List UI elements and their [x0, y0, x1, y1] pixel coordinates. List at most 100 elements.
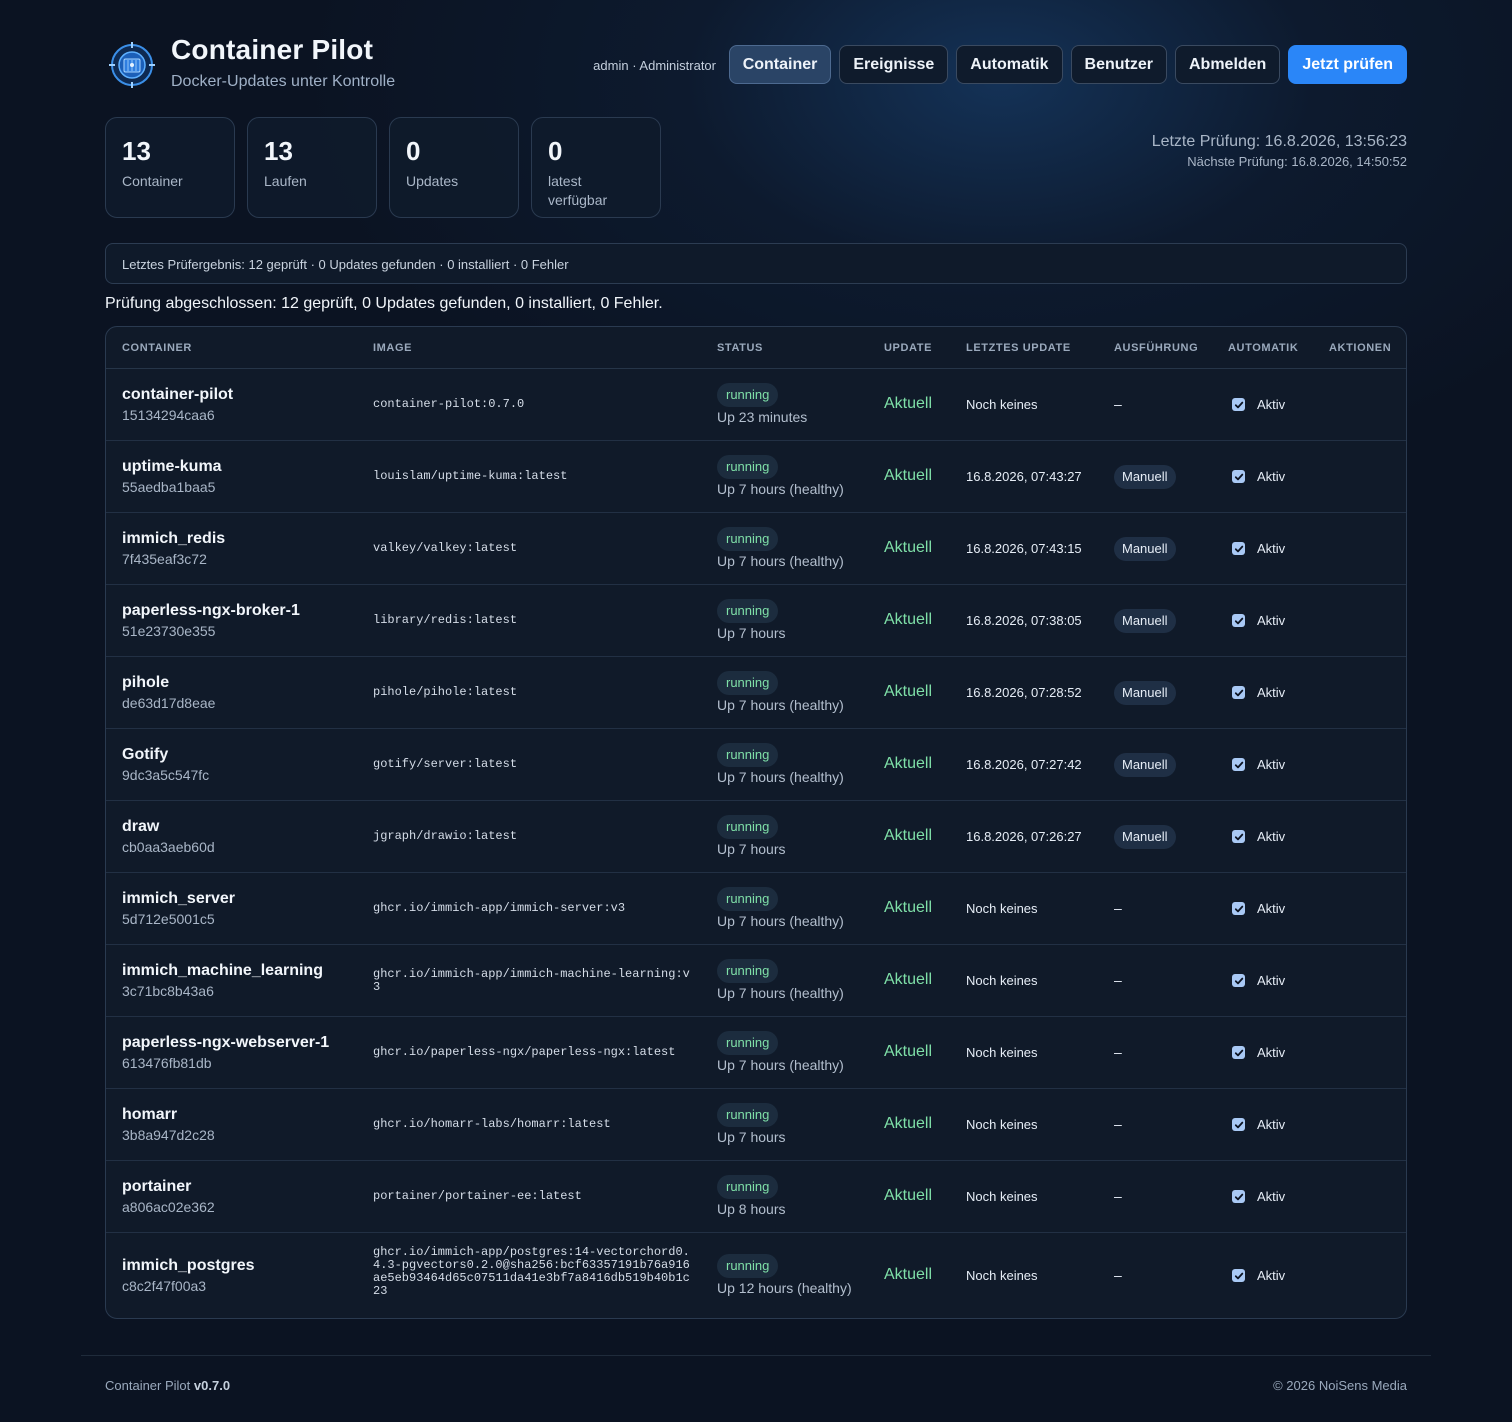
footer-app-name: Container Pilot	[105, 1378, 191, 1393]
container-uptime: Up 7 hours	[717, 841, 786, 857]
col-status[interactable]: STATUS	[717, 342, 763, 354]
automatic-toggle[interactable]: Aktiv	[1232, 757, 1285, 772]
container-image: library/redis:latest	[373, 613, 518, 627]
checkbox-checked-icon[interactable]	[1232, 974, 1245, 987]
container-name[interactable]: immich_machine_learning	[122, 962, 323, 980]
table-row[interactable]: immich_machine_learning 3c71bc8b43a6 ghcr.…	[106, 945, 1406, 1017]
stat-card-running: 13 Laufen	[247, 117, 377, 218]
checkbox-checked-icon[interactable]	[1232, 398, 1245, 411]
table-row[interactable]: homarr 3b8a947d2c28 ghcr.io/homarr-labs/ho…	[106, 1089, 1406, 1161]
check-info: Letzte Prüfung: 16.8.2026, 13:56:23 Näch…	[1152, 133, 1407, 169]
col-execution[interactable]: AUSFÜHRUNG	[1114, 342, 1198, 354]
automatic-toggle[interactable]: Aktiv	[1232, 1268, 1285, 1283]
container-name[interactable]: draw	[122, 818, 159, 836]
container-image: ghcr.io/immich-app/immich-server:v3	[373, 901, 626, 915]
automatic-label: Aktiv	[1257, 1268, 1286, 1283]
col-image[interactable]: IMAGE	[373, 342, 412, 354]
app-subtitle: Docker-Updates unter Kontrolle	[171, 73, 396, 90]
checkbox-checked-icon[interactable]	[1232, 1118, 1245, 1131]
container-name[interactable]: immich_redis	[122, 530, 225, 548]
container-name[interactable]: homarr	[122, 1106, 177, 1124]
table-row[interactable]: immich_server 5d712e5001c5 ghcr.io/immich-…	[106, 873, 1406, 945]
automatic-toggle[interactable]: Aktiv	[1232, 613, 1285, 628]
table-row[interactable]: Gotify 9dc3a5c547fc gotify/server:latest ru…	[106, 729, 1406, 801]
checkbox-checked-icon[interactable]	[1232, 1190, 1245, 1203]
automatic-toggle[interactable]: Aktiv	[1232, 469, 1285, 484]
table-row[interactable]: portainer a806ac02e362 portainer/portainer…	[106, 1161, 1406, 1233]
app-title: Container Pilot	[171, 34, 374, 65]
automatic-toggle[interactable]: Aktiv	[1232, 1045, 1285, 1060]
checkbox-checked-icon[interactable]	[1232, 902, 1245, 915]
automatic-toggle[interactable]: Aktiv	[1232, 973, 1285, 988]
result-message: Prüfung abgeschlossen: 12 geprüft, 0 Upd…	[105, 295, 663, 312]
table-row[interactable]: paperless-ngx-webserver-1 613476fb81db ghc…	[106, 1017, 1406, 1089]
nav-events-button[interactable]: Ereignisse	[839, 45, 949, 84]
automatic-toggle[interactable]: Aktiv	[1232, 901, 1285, 916]
checkbox-checked-icon[interactable]	[1232, 1046, 1245, 1059]
container-name[interactable]: paperless-ngx-broker-1	[122, 602, 300, 620]
automatic-toggle[interactable]: Aktiv	[1232, 1117, 1285, 1132]
automatic-toggle[interactable]: Aktiv	[1232, 1189, 1285, 1204]
update-status: Aktuell	[884, 1187, 933, 1204]
execution-none: –	[1114, 1116, 1122, 1132]
stat-value: 0	[406, 136, 421, 166]
container-name[interactable]: pihole	[122, 674, 169, 692]
col-last-update[interactable]: LETZTES UPDATE	[966, 342, 1071, 354]
container-image: ghcr.io/immich-app/immich-machine-learni…	[373, 967, 690, 994]
nav-automatic-button[interactable]: Automatik	[956, 45, 1063, 84]
col-automatic[interactable]: AUTOMATIK	[1228, 342, 1298, 354]
status-badge: running	[717, 1175, 779, 1199]
last-update: Noch keines	[966, 901, 1038, 916]
automatic-label: Aktiv	[1257, 469, 1286, 484]
automatic-toggle[interactable]: Aktiv	[1232, 685, 1285, 700]
container-name[interactable]: portainer	[122, 1178, 191, 1196]
automatic-label: Aktiv	[1257, 973, 1286, 988]
checkbox-checked-icon[interactable]	[1232, 686, 1245, 699]
last-update: Noch keines	[966, 397, 1038, 412]
table-row[interactable]: immich_postgres c8c2f47f00a3 ghcr.io/immic…	[106, 1233, 1406, 1318]
container-image: container-pilot:0.7.0	[373, 397, 525, 411]
table-row[interactable]: immich_redis 7f435eaf3c72 valkey/valkey:la…	[106, 513, 1406, 585]
status-badge: running	[717, 1103, 779, 1127]
checkbox-checked-icon[interactable]	[1232, 758, 1245, 771]
stat-card-containers: 13 Container	[105, 117, 235, 218]
automatic-label: Aktiv	[1257, 1045, 1286, 1060]
checkbox-checked-icon[interactable]	[1232, 542, 1245, 555]
footer-version: v0.7.0	[193, 1378, 231, 1393]
container-name[interactable]: Gotify	[122, 746, 168, 764]
nav-container-button[interactable]: Container	[728, 45, 832, 84]
check-now-button[interactable]: Jetzt prüfen	[1288, 45, 1407, 84]
container-image: portainer/portainer-ee:latest	[373, 1189, 582, 1203]
checkbox-checked-icon[interactable]	[1232, 830, 1245, 843]
table-row[interactable]: uptime-kuma 55aedba1baa5 louislam/uptime-k…	[106, 441, 1406, 513]
col-container[interactable]: CONTAINER	[122, 342, 192, 354]
table-row[interactable]: container-pilot 15134294caa6 container-pil…	[106, 369, 1406, 441]
automatic-toggle[interactable]: Aktiv	[1232, 397, 1285, 412]
container-image: pihole/pihole:latest	[373, 685, 518, 699]
footer-copyright: © 2026 NoiSens Media	[1273, 1378, 1407, 1393]
table-row[interactable]: draw cb0aa3aeb60d jgraph/drawio:latest runn…	[106, 801, 1406, 873]
automatic-toggle[interactable]: Aktiv	[1232, 541, 1285, 556]
table-row[interactable]: pihole de63d17d8eae pihole/pihole:latest ru…	[106, 657, 1406, 729]
checkbox-checked-icon[interactable]	[1232, 470, 1245, 483]
stat-card-updates: 0 Updates	[389, 117, 519, 218]
checkbox-checked-icon[interactable]	[1232, 1269, 1245, 1282]
container-name[interactable]: immich_postgres	[122, 1257, 254, 1275]
logout-button[interactable]: Abmelden	[1174, 45, 1281, 84]
col-update[interactable]: UPDATE	[884, 342, 932, 354]
main-nav: Container Ereignisse Automatik Benutzer …	[728, 45, 1407, 84]
nav-users-button[interactable]: Benutzer	[1070, 45, 1167, 84]
container-name[interactable]: container-pilot	[122, 386, 233, 404]
container-name[interactable]: paperless-ngx-webserver-1	[122, 1034, 329, 1052]
col-actions: AKTIONEN	[1329, 342, 1392, 354]
status-badge: running	[717, 455, 779, 479]
automatic-toggle[interactable]: Aktiv	[1232, 829, 1285, 844]
stat-value: 0	[548, 136, 563, 166]
checkbox-checked-icon[interactable]	[1232, 614, 1245, 627]
status-badge: running	[717, 959, 779, 983]
automatic-label: Aktiv	[1257, 541, 1286, 556]
last-update: Noch keines	[966, 1117, 1038, 1132]
container-name[interactable]: uptime-kuma	[122, 458, 222, 476]
container-name[interactable]: immich_server	[122, 890, 235, 908]
table-row[interactable]: paperless-ngx-broker-1 51e23730e355 librar…	[106, 585, 1406, 657]
